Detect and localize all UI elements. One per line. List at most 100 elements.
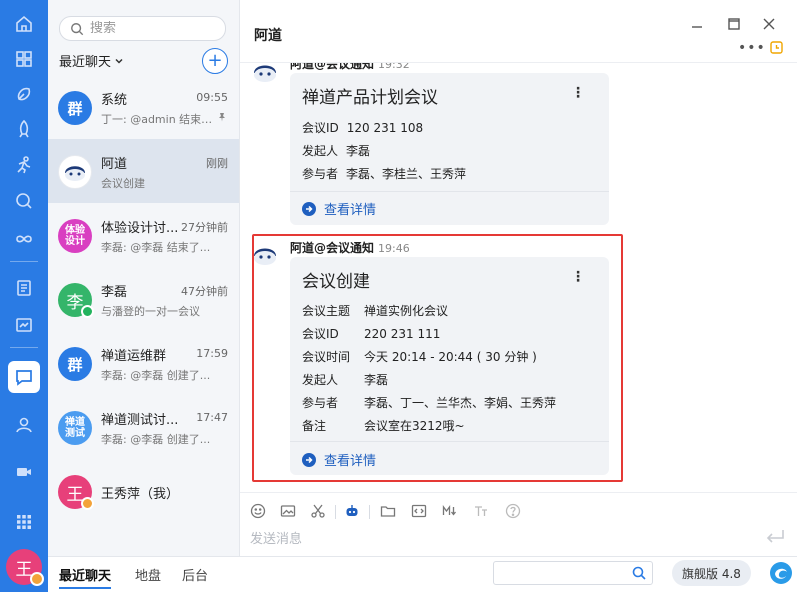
meeting-card: 会议创建 ⋮ 会议主题 禅道实例化会议 会议ID 220 231 111 会议时间今…: [290, 257, 609, 475]
view-details-link[interactable]: 查看详情: [302, 450, 376, 469]
chat-list-panel: 最近聊天 + 群 系统 09:55 丁一: @admin 结束了... 阿道 刚…: [48, 0, 239, 556]
card-row: 发起人 李磊: [302, 373, 389, 387]
chat-preview: 李磊: @李磊 创建了...: [101, 369, 211, 382]
help-icon[interactable]: [505, 503, 521, 519]
home-icon[interactable]: [12, 12, 36, 36]
chat-preview: 丁一: @admin 结束了...: [101, 113, 213, 126]
card-title: 会议创建: [302, 272, 370, 292]
search-icon[interactable]: [632, 566, 646, 580]
chevron-down-icon: [115, 58, 123, 64]
bottom-search-input[interactable]: [500, 562, 624, 584]
message-time: 19:32: [378, 63, 410, 71]
robot-avatar: [58, 155, 92, 189]
more-options-button[interactable]: •••: [738, 40, 766, 56]
arrow-right-icon: [302, 201, 316, 216]
chat-preview: 李磊: @李磊 结束了...: [101, 241, 211, 254]
chat-time: 刚刚: [206, 157, 228, 170]
chat-item-test[interactable]: 禅道测试 禅道测试讨... 17:47 李磊: @李磊 创建了...: [48, 395, 239, 459]
code-icon[interactable]: [411, 503, 427, 519]
chat-preview: 与潘登的一对一会议: [101, 305, 200, 318]
apps-icon[interactable]: [12, 47, 36, 71]
robot-avatar-icon: [254, 248, 276, 265]
chat-name: 系统: [101, 93, 128, 108]
meeting-card: 禅道产品计划会议 ⋮ 会议ID 120 231 108 发起人 李磊 参与者 李磊、李…: [290, 73, 609, 225]
doc-icon[interactable]: [12, 276, 36, 300]
chat-item-ops[interactable]: 群 禅道运维群 17:59 李磊: @李磊 创建了...: [48, 331, 239, 395]
chat-item-lilei[interactable]: 李 李磊 47分钟前 与潘登的一对一会议: [48, 267, 239, 331]
card-row: 发起人 李磊: [302, 144, 371, 158]
user-avatar: 李: [58, 283, 94, 318]
video-icon[interactable]: [12, 460, 36, 484]
send-icon[interactable]: [764, 527, 786, 545]
user-icon[interactable]: [12, 413, 36, 437]
view-details-link[interactable]: 查看详情: [302, 199, 376, 218]
chat-item-system[interactable]: 群 系统 09:55 丁一: @admin 结束了...: [48, 75, 239, 139]
group-avatar: 禅道测试: [58, 411, 92, 445]
card-row: 备注 会议室在3212哦~: [302, 419, 465, 433]
scissors-icon[interactable]: [310, 503, 326, 519]
search-icon: [71, 22, 84, 35]
card-title: 禅道产品计划会议: [302, 88, 438, 108]
chat-item-design[interactable]: 体验设计 体验设计讨... 27分钟前 李磊: @李磊 结束了...: [48, 203, 239, 267]
message-sender: 阿道@会议通知 19:46: [290, 241, 410, 255]
user-avatar: 王: [58, 475, 94, 510]
chat-name: 李磊: [101, 285, 128, 300]
run-icon[interactable]: [12, 153, 36, 177]
close-icon[interactable]: [762, 17, 776, 31]
search-box[interactable]: [59, 16, 226, 41]
filter-label: 最近聊天: [59, 55, 112, 70]
product-icon[interactable]: [12, 82, 36, 106]
arrow-right-icon: [302, 452, 316, 467]
tab-admin[interactable]: 后台: [182, 565, 208, 584]
chat-filter-dropdown[interactable]: 最近聊天: [59, 51, 124, 70]
infinity-icon[interactable]: [12, 227, 36, 251]
robot-icon: [65, 166, 85, 181]
conversation-panel: 阿道 ••• 阿道@会议通知 19:32 禅道产品计划会议 ⋮ 会议ID 120 2…: [239, 0, 797, 556]
board-icon[interactable]: [12, 313, 36, 337]
search-circle-icon[interactable]: [12, 189, 36, 213]
card-more-button[interactable]: ⋮: [571, 269, 585, 285]
image-icon[interactable]: [280, 503, 296, 519]
chat-time: 47分钟前: [181, 285, 228, 298]
rocket-icon[interactable]: [12, 117, 36, 141]
maximize-icon[interactable]: [727, 17, 741, 31]
chat-time: 17:59: [196, 347, 228, 360]
online-badge: [81, 305, 94, 318]
minimize-icon[interactable]: [690, 17, 704, 31]
add-chat-button[interactable]: +: [202, 48, 228, 74]
chat-time: 17:47: [196, 411, 228, 424]
my-avatar[interactable]: 王: [6, 549, 44, 586]
chat-name: 阿道: [101, 157, 128, 172]
card-row: 会议主题 禅道实例化会议: [302, 304, 449, 318]
card-more-button[interactable]: ⋮: [571, 85, 585, 101]
group-avatar: 群: [58, 347, 92, 381]
search-input[interactable]: [90, 21, 210, 36]
card-row: 会议时间 今天 20:14 - 20:44 ( 30 分钟 ): [302, 350, 537, 364]
group-avatar: 体验设计: [58, 219, 92, 253]
chat-item-me[interactable]: 王 王秀萍（我）: [48, 459, 239, 523]
group-avatar: 群: [58, 91, 92, 125]
reminder-icon[interactable]: [769, 40, 784, 55]
brand-logo-icon[interactable]: [769, 561, 793, 585]
grid-icon[interactable]: [12, 510, 36, 534]
message-input[interactable]: [250, 528, 750, 550]
text-format-icon[interactable]: [473, 503, 489, 519]
chat-item-adao[interactable]: 阿道 刚刚 会议创建: [48, 139, 239, 203]
markdown-icon[interactable]: [442, 503, 458, 519]
card-row: 参与者 李磊、李桂兰、王秀萍: [302, 167, 467, 181]
message-area[interactable]: 阿道@会议通知 19:32 禅道产品计划会议 ⋮ 会议ID 120 231 108 …: [240, 63, 797, 491]
robot-avatar-icon: [254, 65, 276, 82]
tab-recent-chats[interactable]: 最近聊天: [59, 565, 112, 589]
bottom-bar: 最近聊天 地盘 后台 旗舰版 4.8: [48, 556, 797, 592]
folder-icon[interactable]: [380, 503, 396, 519]
bottom-search[interactable]: [493, 561, 653, 585]
message-time: 19:46: [378, 242, 410, 255]
emoji-icon[interactable]: [250, 503, 266, 519]
card-row: 参与者 李磊、丁一、兰华杰、李娟、王秀萍: [302, 396, 557, 410]
chat-name: 体验设计讨...: [101, 221, 179, 236]
chat-name: 王秀萍（我）: [101, 487, 180, 502]
chat-time: 09:55: [196, 91, 228, 104]
chat-icon[interactable]: [8, 361, 40, 393]
tab-dashboard[interactable]: 地盘: [135, 565, 161, 584]
robot-icon[interactable]: [344, 503, 360, 519]
